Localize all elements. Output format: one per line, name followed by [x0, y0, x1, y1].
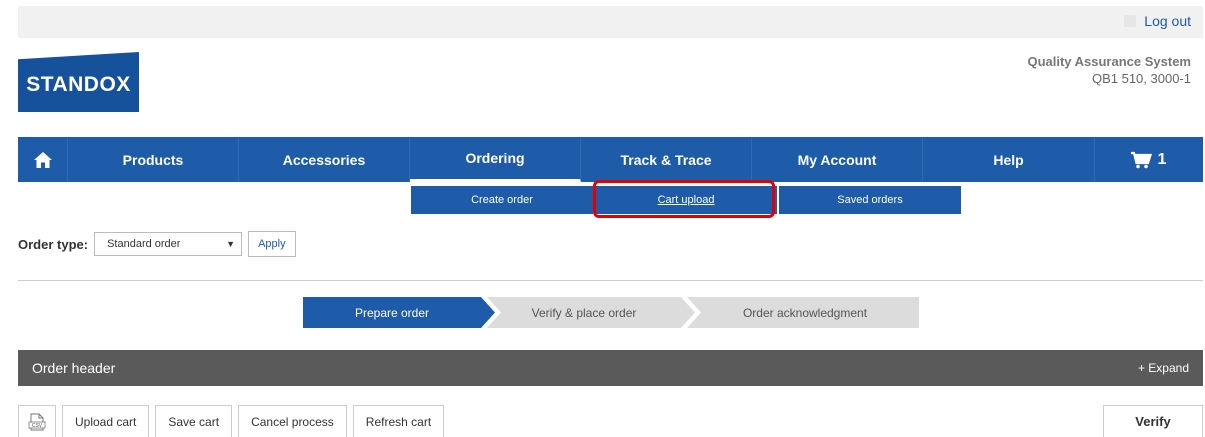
dropdown-arrow-icon: ▼ — [226, 239, 236, 249]
nav-help[interactable]: Help — [923, 137, 1094, 182]
step-prepare-order: Prepare order — [303, 297, 481, 328]
nav-ordering[interactable]: Ordering — [410, 137, 581, 182]
nav-ordering-label: Ordering — [465, 150, 525, 166]
logout-link[interactable]: Log out — [1124, 13, 1191, 29]
nav-cart[interactable]: 1 — [1094, 137, 1201, 182]
cancel-process-button[interactable]: Cancel process — [238, 405, 347, 437]
csv-icon: CSV — [28, 413, 46, 430]
system-info: Quality Assurance System QB1 510, 3000-1 — [1027, 53, 1191, 87]
nav-accessories-label: Accessories — [282, 151, 366, 168]
logout-label: Log out — [1144, 13, 1191, 29]
nav-home[interactable] — [18, 137, 68, 182]
nav-my-account[interactable]: My Account — [752, 137, 923, 182]
verify-label: Verify — [1135, 414, 1171, 429]
step-verify-place-label: Verify & place order — [531, 305, 637, 320]
expand-button[interactable]: + Expand — [1138, 361, 1189, 375]
step-acknowledgment: Order acknowledgment — [699, 297, 911, 328]
apply-button[interactable]: Apply — [248, 231, 296, 257]
save-cart-label: Save cart — [168, 414, 220, 429]
refresh-cart-button[interactable]: Refresh cart — [352, 405, 445, 437]
step-acknowledgment-label: Order acknowledgment — [742, 305, 868, 320]
subnav-create-order-label: Create order — [471, 194, 533, 206]
main-nav: Products Accessories Ordering Track & Tr… — [18, 137, 1203, 182]
order-type-label: Order type: — [18, 236, 89, 252]
nav-products-label: Products — [122, 151, 184, 168]
cancel-process-label: Cancel process — [251, 414, 334, 429]
nav-track-trace-label: Track & Trace — [620, 151, 712, 168]
save-cart-button[interactable]: Save cart — [155, 405, 233, 437]
ordering-subnav: Create order Cart upload Saved orders — [411, 186, 961, 214]
svg-text:CSV: CSV — [32, 423, 43, 429]
subnav-create-order[interactable]: Create order — [411, 186, 593, 214]
logo-text: STANDOX — [26, 73, 131, 96]
nav-accessories[interactable]: Accessories — [239, 137, 410, 182]
order-steps: Prepare order Verify & place order Order… — [303, 297, 919, 328]
standox-logo[interactable]: STANDOX — [18, 52, 139, 112]
subnav-saved-orders[interactable]: Saved orders — [779, 186, 961, 214]
order-type-row: Order type: Standard order ▼ Apply — [18, 231, 296, 257]
upload-cart-button[interactable]: Upload cart — [62, 405, 150, 437]
order-header-bar[interactable]: Order header + Expand — [18, 350, 1203, 386]
home-icon — [33, 151, 52, 168]
subnav-saved-orders-label: Saved orders — [837, 194, 903, 206]
subnav-cart-upload-label: Cart upload — [657, 194, 715, 206]
nav-products[interactable]: Products — [68, 137, 239, 182]
top-bar: Log out — [18, 6, 1203, 38]
nav-my-account-label: My Account — [797, 151, 877, 168]
nav-help-label: Help — [993, 151, 1024, 168]
cart-icon — [1130, 151, 1152, 168]
system-code: QB1 510, 3000-1 — [1091, 71, 1191, 86]
cart-count: 1 — [1157, 150, 1167, 168]
csv-export-button[interactable]: CSV — [18, 405, 56, 437]
verify-button[interactable]: Verify — [1103, 405, 1203, 437]
upload-cart-label: Upload cart — [75, 414, 137, 429]
nav-track-trace[interactable]: Track & Trace — [581, 137, 752, 182]
user-icon — [1124, 15, 1137, 27]
order-header-title: Order header — [32, 360, 116, 376]
cart-toolbar: CSV Upload cart Save cart Cancel process… — [18, 405, 445, 437]
divider — [18, 280, 1203, 281]
step-prepare-order-label: Prepare order — [354, 305, 430, 320]
subnav-cart-upload[interactable]: Cart upload — [595, 186, 777, 214]
apply-label: Apply — [258, 238, 286, 250]
refresh-cart-label: Refresh cart — [365, 414, 432, 429]
order-type-select[interactable]: Standard order ▼ — [94, 232, 243, 256]
step-verify-place: Verify & place order — [499, 297, 669, 328]
system-name: Quality Assurance System — [1027, 54, 1191, 69]
order-type-value: Standard order — [107, 238, 181, 250]
